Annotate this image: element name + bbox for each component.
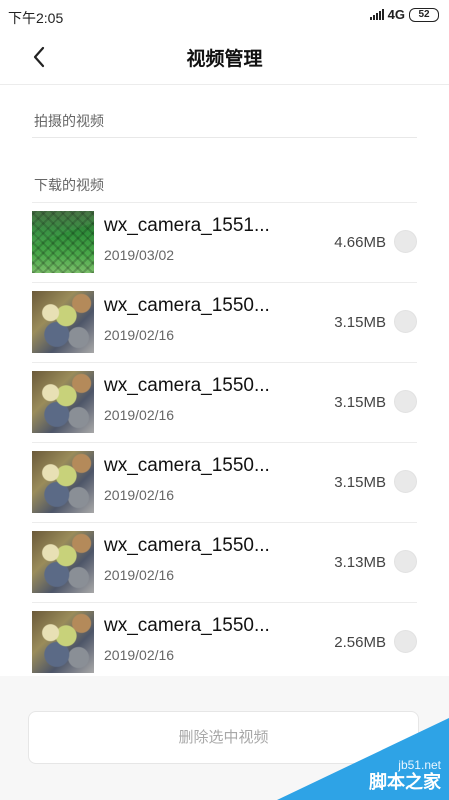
select-checkbox[interactable] xyxy=(394,230,417,253)
video-row[interactable]: wx_camera_1550... 2019/02/16 3.15MB xyxy=(32,362,417,442)
video-size: 2.56MB xyxy=(334,634,386,651)
battery-level: 52 xyxy=(418,8,430,20)
video-row[interactable]: wx_camera_1550... 2019/02/16 3.15MB xyxy=(32,282,417,362)
network-type: 4G xyxy=(387,7,405,22)
video-date: 2019/02/16 xyxy=(104,647,175,663)
select-checkbox[interactable] xyxy=(394,470,417,493)
video-thumbnail xyxy=(32,291,94,353)
video-size: 3.13MB xyxy=(334,554,386,571)
video-list: wx_camera_1551... 2019/03/02 4.66MB wx_c… xyxy=(0,202,449,683)
video-row[interactable]: wx_camera_1551... 2019/03/02 4.66MB xyxy=(32,202,417,282)
app-header: 视频管理 xyxy=(0,30,449,85)
select-checkbox[interactable] xyxy=(394,550,417,573)
select-checkbox[interactable] xyxy=(394,390,417,413)
video-size: 3.15MB xyxy=(334,314,386,331)
video-name: wx_camera_1551... xyxy=(104,215,270,236)
select-checkbox[interactable] xyxy=(394,630,417,653)
page-title: 视频管理 xyxy=(186,49,263,70)
select-checkbox[interactable] xyxy=(394,310,417,333)
section-divider xyxy=(32,137,417,138)
screen: 下午2:05 4G 52 视频管理 拍摄的视频 下载的视频 wx_camera_… xyxy=(0,0,449,800)
bottom-action-bar: 删除选中视频 xyxy=(0,676,449,800)
signal-icon xyxy=(369,9,384,20)
video-size: 3.15MB xyxy=(334,474,386,491)
video-thumbnail xyxy=(32,611,94,673)
video-size: 3.15MB xyxy=(334,394,386,411)
video-date: 2019/02/16 xyxy=(104,487,175,503)
video-name: wx_camera_1550... xyxy=(104,375,270,396)
video-thumbnail xyxy=(32,531,94,593)
video-thumbnail xyxy=(32,371,94,433)
video-name: wx_camera_1550... xyxy=(104,535,270,556)
video-thumbnail xyxy=(32,211,94,273)
delete-selected-button[interactable]: 删除选中视频 xyxy=(28,711,419,764)
video-date: 2019/02/16 xyxy=(104,407,175,423)
video-size: 4.66MB xyxy=(334,234,386,251)
video-name: wx_camera_1550... xyxy=(104,295,270,316)
recorded-videos-label: 拍摄的视频 xyxy=(34,113,104,129)
battery-icon: 52 xyxy=(409,7,439,22)
video-date: 2019/02/16 xyxy=(104,327,175,343)
video-thumbnail xyxy=(32,451,94,513)
video-row[interactable]: wx_camera_1550... 2019/02/16 3.13MB xyxy=(32,522,417,602)
video-name: wx_camera_1550... xyxy=(104,455,270,476)
downloaded-videos-label: 下载的视频 xyxy=(34,177,104,193)
video-row[interactable]: wx_camera_1550... 2019/02/16 2.56MB xyxy=(32,602,417,683)
video-date: 2019/02/16 xyxy=(104,567,175,583)
status-indicators: 4G 52 xyxy=(369,7,439,22)
video-date: 2019/03/02 xyxy=(104,247,175,263)
status-time: 下午2:05 xyxy=(8,10,64,26)
video-name: wx_camera_1550... xyxy=(104,615,270,636)
status-bar: 下午2:05 4G 52 xyxy=(0,0,449,30)
video-row[interactable]: wx_camera_1550... 2019/02/16 3.15MB xyxy=(32,442,417,522)
